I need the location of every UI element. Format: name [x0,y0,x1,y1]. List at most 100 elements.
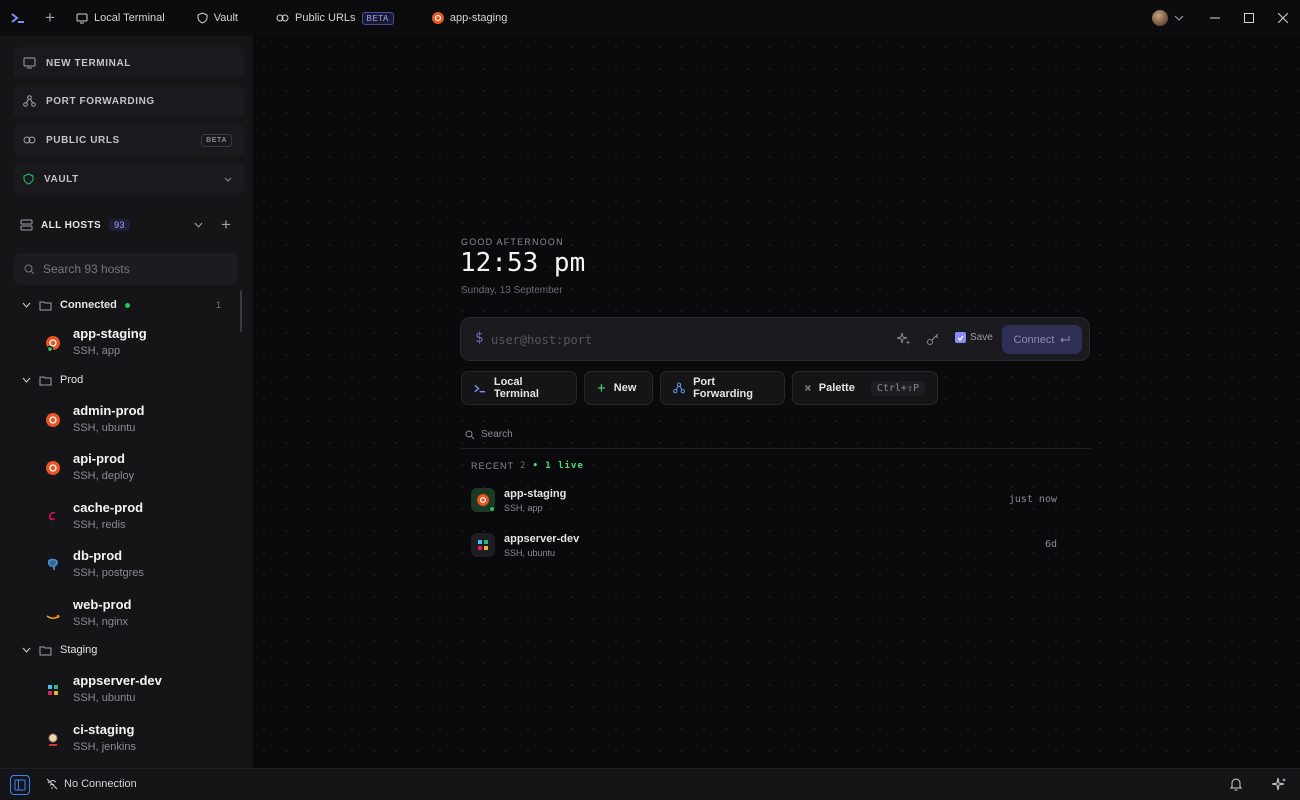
enter-icon [1060,335,1070,342]
folder-icon [39,301,52,310]
palette-button[interactable]: Palette Ctrl+⇧P [792,371,938,405]
host-sub: SSH, jenkins [73,741,136,753]
folder-icon [39,376,52,385]
key-icon[interactable] [926,332,940,346]
sparkle-icon[interactable] [1272,777,1287,792]
tab-app-staging[interactable]: app-staging [420,0,520,36]
host-search-field[interactable]: Search 93 hosts [14,253,238,285]
button-label: New [613,382,637,394]
local-terminal-button[interactable]: Local Terminal [461,371,577,405]
shortcut-hint: Ctrl+⇧P [870,380,925,396]
nav-vault[interactable]: VAULT [13,163,244,195]
host-app-staging[interactable]: app-staging SSH, app [44,326,244,366]
beta-badge: BETA [201,133,232,147]
all-hosts-header[interactable]: ALL HOSTS 93 [20,214,240,236]
divider [461,448,1091,449]
live-count: • 1 live [532,461,584,471]
nav-port-forwarding[interactable]: PORT FORWARDING [13,85,244,117]
chevron-down-icon[interactable] [1174,15,1184,21]
host-cache-prod[interactable]: cache-prod SSH, redis [44,500,244,540]
tab-local-terminal[interactable]: Local Terminal [64,0,177,36]
group-label: Staging [60,644,98,656]
host-sub: SSH, nginx [73,616,129,628]
tab-public-urls[interactable]: Public URLs BETA [264,0,406,36]
monitor-icon [23,57,36,69]
recent-item-appserver-dev[interactable]: appserver-dev SSH, ubuntu 6d [471,533,1057,561]
recent-search-field[interactable]: Search [465,429,513,440]
ubuntu-icon [431,12,444,24]
sidebar-icon [14,779,26,791]
link-icon [276,14,289,22]
folder-icon [39,646,52,655]
title-bar: + Local Terminal Vault Public URLs BETA … [0,0,1300,36]
group-label: Prod [60,374,84,386]
bell-icon[interactable] [1229,777,1243,792]
sparkle-icon[interactable] [897,332,911,346]
chevron-down-icon[interactable] [194,222,203,228]
tab-label: Public URLs [295,12,356,24]
save-checkbox[interactable]: Save [955,332,993,343]
host-name: ci-staging [73,722,135,737]
connection-status: No Connection [46,778,137,790]
live-status-dot [489,506,495,512]
tab-label: app-staging [449,12,508,24]
group-prod[interactable]: Prod [22,371,83,389]
host-name: admin-prod [73,403,145,418]
connect-button[interactable]: Connect [1002,325,1082,354]
network-icon [673,382,685,394]
recent-sub: SSH, ubuntu [504,548,556,558]
command-icon [805,385,811,391]
add-host-button[interactable]: + [221,216,231,233]
close-button[interactable] [1266,0,1300,36]
chevron-down-icon [22,302,31,308]
host-sub: SSH, deploy [73,470,135,482]
slack-icon [48,685,58,695]
host-ci-staging[interactable]: ci-staging SSH, jenkins [44,722,244,762]
recent-name: appserver-dev [504,533,580,545]
ubuntu-icon [46,413,60,427]
ubuntu-icon [46,336,60,352]
nav-new-terminal[interactable]: NEW TERMINAL [13,47,244,79]
maximize-button[interactable] [1232,0,1266,36]
debian-icon [48,512,56,521]
toggle-sidebar-button[interactable] [10,775,30,795]
host-sub: SSH, postgres [73,567,144,579]
quick-connect-input[interactable] [491,330,871,350]
close-icon [1278,13,1288,23]
save-label: Save [970,332,993,343]
minimize-button[interactable] [1198,0,1232,36]
app-logo-icon[interactable] [0,0,36,36]
greeting: GOOD AFTERNOON [461,237,564,247]
recent-sub: SSH, app [504,503,543,513]
port-forwarding-button[interactable]: Port Forwarding [660,371,785,405]
new-tab-button[interactable]: + [36,0,64,36]
tab-vault[interactable]: Vault [185,0,250,36]
new-button[interactable]: + New [584,371,653,405]
sidebar-scrollbar[interactable] [240,290,242,332]
host-api-prod[interactable]: api-prod SSH, deploy [44,451,244,491]
monitor-icon [76,13,88,23]
host-admin-prod[interactable]: admin-prod SSH, ubuntu [44,403,244,443]
group-staging[interactable]: Staging [22,641,97,659]
host-web-prod[interactable]: web-prod SSH, nginx [44,597,244,637]
window-controls [1152,0,1300,36]
prompt-symbol: $ [475,330,484,346]
host-appserver-dev[interactable]: appserver-dev SSH, ubuntu [44,673,244,713]
group-connected[interactable]: Connected 1 [22,296,221,314]
host-db-prod[interactable]: db-prod SSH, postgres [44,548,244,588]
minimize-icon [1210,17,1220,19]
chevron-down-icon[interactable] [224,177,232,182]
no-connection-icon [46,778,58,790]
host-icon-box [471,488,495,512]
chevron-down-icon [22,377,31,383]
all-hosts-label: ALL HOSTS [41,219,102,231]
host-name: api-prod [73,451,125,466]
group-count: 1 [216,300,222,310]
nav-public-urls[interactable]: PUBLIC URLS BETA [13,124,244,156]
recent-label: RECENT [471,461,515,471]
recent-item-app-staging[interactable]: app-staging SSH, app just now [471,488,1057,516]
avatar[interactable] [1152,10,1168,26]
recent-header: RECENT 2 • 1 live [471,461,584,471]
slack-icon [478,540,488,550]
network-icon [23,95,36,107]
